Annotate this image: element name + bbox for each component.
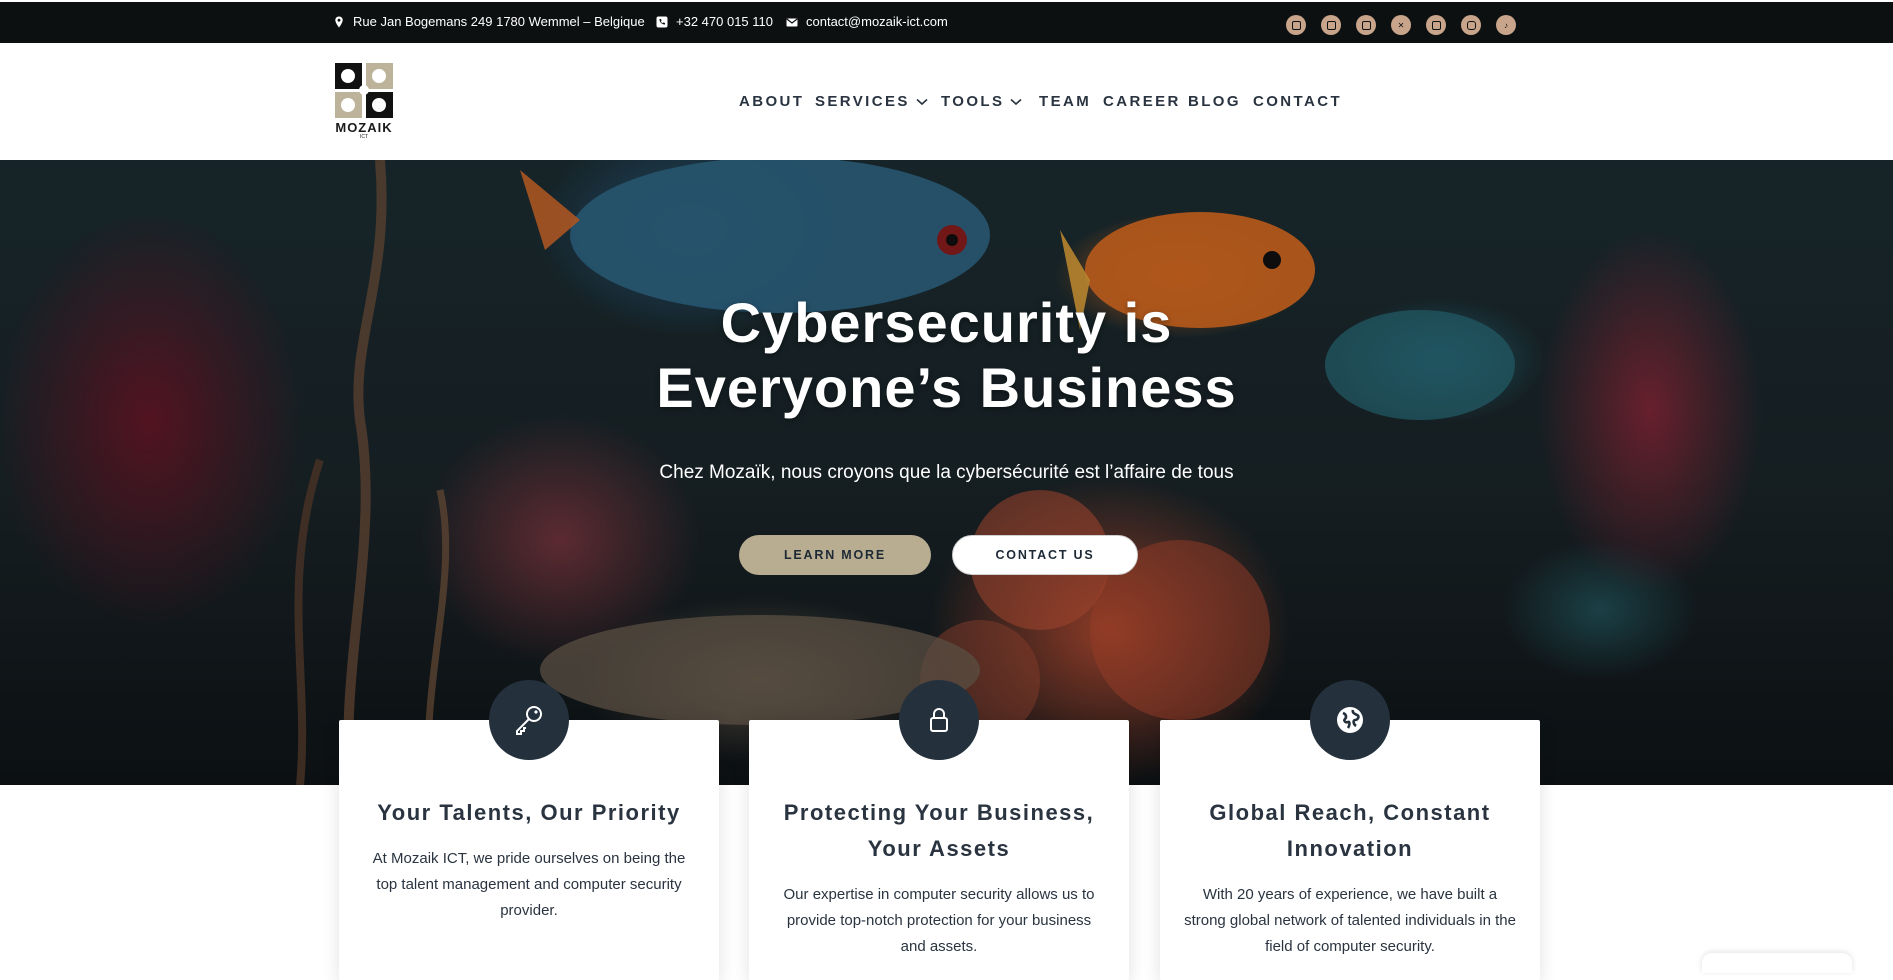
hero-title-line2: Everyone’s Business [656, 356, 1237, 419]
instagram-icon[interactable] [1461, 15, 1481, 35]
contact-us-button[interactable]: CONTACT US [952, 535, 1138, 575]
tiktok-icon[interactable]: ♪ [1496, 15, 1516, 35]
address-info: Rue Jan Bogemans 249 1780 Wemmel – Belgi… [333, 14, 645, 29]
card-title: Protecting Your Business, Your Assets [783, 800, 1095, 861]
card-title: Global Reach, Constant Innovation [1209, 800, 1491, 861]
globe-icon [1310, 680, 1390, 760]
address-text: Rue Jan Bogemans 249 1780 Wemmel – Belgi… [353, 14, 645, 29]
linkedin-icon[interactable] [1286, 15, 1306, 35]
hero-title-line1: Cybersecurity is [720, 291, 1173, 354]
chevron-down-icon [916, 98, 928, 105]
vimeo-icon[interactable] [1356, 15, 1376, 35]
phone-text: +32 470 015 110 [676, 14, 773, 29]
site-header: MOZAIK ICT ABOUT SERVICES TOOLS TEAM CAR… [0, 43, 1893, 160]
nav-career[interactable]: CAREER [1103, 93, 1181, 110]
hero-subtitle: Chez Mozaïk, nous croyons que la cybersé… [659, 462, 1234, 483]
lock-icon [899, 680, 979, 760]
card-text: With 20 years of experience, we have bui… [1184, 886, 1516, 955]
social-links: ✕ ♪ [1286, 15, 1516, 35]
key-icon [489, 680, 569, 760]
nav-services[interactable]: SERVICES [815, 93, 928, 110]
nav-services-label: SERVICES [815, 93, 910, 110]
logo-text: MOZAIK [335, 120, 393, 135]
nav-tools[interactable]: TOOLS [941, 93, 1022, 110]
nav-blog-label: BLOG [1188, 93, 1241, 110]
chevron-down-icon [1010, 98, 1022, 105]
logo-mark-icon [335, 63, 393, 118]
nav-team-label: TEAM [1039, 93, 1092, 110]
location-pin-icon [333, 16, 345, 28]
card-text: At Mozaik ICT, we pride ourselves on bei… [372, 850, 686, 919]
logo-subtext: ICT [359, 134, 369, 140]
card-text: Our expertise in computer security allow… [783, 886, 1095, 955]
x-icon[interactable]: ✕ [1391, 15, 1411, 35]
nav-about[interactable]: ABOUT [739, 93, 804, 110]
hero-title: Cybersecurity is Everyone’s Business [0, 290, 1893, 420]
youtube-icon[interactable] [1321, 15, 1341, 35]
feature-card-talents: Your Talents, Our Priority At Mozaik ICT… [339, 680, 719, 980]
nav-contact[interactable]: CONTACT [1253, 93, 1342, 110]
chat-widget-tab[interactable] [1702, 953, 1852, 973]
top-info-bar: Rue Jan Bogemans 249 1780 Wemmel – Belgi… [0, 0, 1893, 43]
nav-career-label: CAREER [1103, 93, 1181, 110]
envelope-icon [786, 16, 798, 28]
email-info[interactable]: contact@mozaik-ict.com [786, 14, 948, 29]
nav-blog[interactable]: BLOG [1188, 93, 1241, 110]
mozaik-logo[interactable]: MOZAIK ICT [333, 61, 395, 141]
card-title: Your Talents, Our Priority [377, 800, 681, 825]
nav-about-label: ABOUT [739, 93, 805, 110]
feature-card-global: Global Reach, Constant Innovation With 2… [1160, 680, 1540, 980]
facebook-icon[interactable] [1426, 15, 1446, 35]
phone-icon [656, 16, 668, 28]
feature-card-protection: Protecting Your Business, Your Assets Ou… [749, 680, 1129, 980]
nav-contact-label: CONTACT [1253, 93, 1343, 110]
email-text: contact@mozaik-ict.com [806, 14, 948, 29]
nav-tools-label: TOOLS [941, 93, 1005, 110]
learn-more-button[interactable]: LEARN MORE [739, 535, 931, 575]
phone-info[interactable]: +32 470 015 110 [656, 14, 773, 29]
nav-team[interactable]: TEAM [1039, 93, 1091, 110]
